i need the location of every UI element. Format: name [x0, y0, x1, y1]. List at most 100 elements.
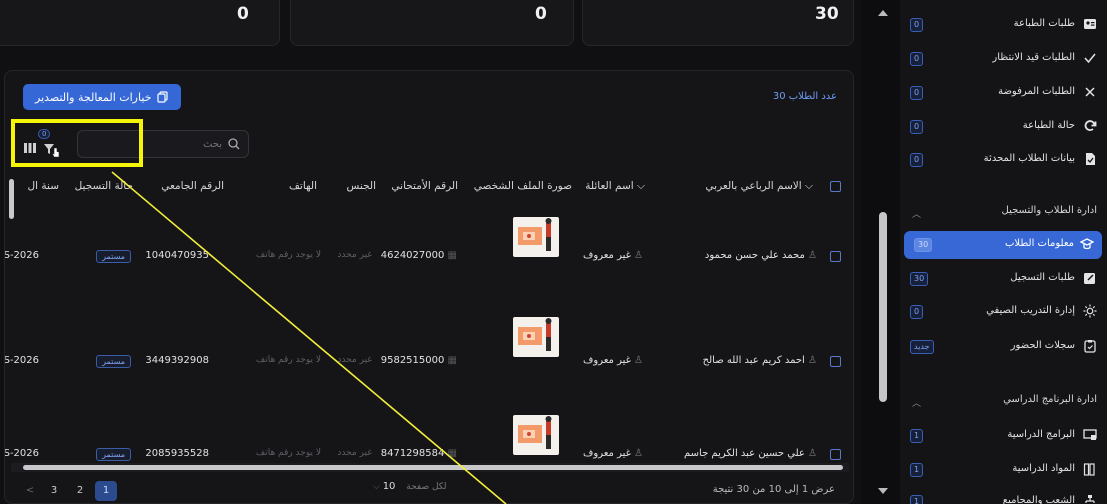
header-registration-status: حالة التسجيل: [74, 180, 133, 192]
books-icon: [1083, 463, 1095, 476]
student-icon: [1080, 238, 1094, 250]
sidebar-item-attendance[interactable]: جديد سجلات الحضور: [900, 333, 1107, 361]
app-root: 0 0 30 خيارات المعالجة والتصدير عدد الطل…: [0, 0, 1107, 504]
university-number: 1040470935: [145, 250, 209, 261]
copy-icon: [157, 91, 169, 103]
count-badge: 30: [914, 238, 933, 252]
university-number: 3449392908: [145, 355, 209, 366]
family-name: غير معروف ♙: [583, 448, 643, 459]
stats-row: 0 0 30: [0, 0, 862, 52]
sidebar-item-study-programs[interactable]: 1 البرامج الدراسية: [900, 422, 1107, 450]
sidebar-item-sections[interactable]: 1 الشعب والمجاميع: [900, 488, 1107, 504]
search-icon: [228, 138, 240, 150]
row-checkbox[interactable]: [830, 251, 841, 262]
sidebar-item-courses[interactable]: 1 المواد الدراسية: [900, 456, 1107, 484]
rows-per-page-select[interactable]: ⌵ 10 لكل صفحة: [373, 481, 447, 492]
page-button[interactable]: 3: [43, 481, 65, 501]
header-gender: الجنس: [346, 180, 376, 192]
family-name: غير معروف ♙: [583, 355, 643, 366]
count-badge: 0: [910, 86, 924, 100]
scroll-thumb[interactable]: [9, 179, 14, 219]
select-all-checkbox[interactable]: [830, 181, 841, 192]
sidebar-section-programs[interactable]: ︿ ادارة البرنامج الدراسي: [900, 388, 1107, 414]
gender-value: غير محدد: [337, 448, 372, 458]
phone-value: لا يوجد رقم هاتف: [255, 250, 321, 260]
x-icon: [1085, 87, 1095, 97]
count-badge: 0: [910, 52, 924, 66]
table-vertical-scrollbar[interactable]: [9, 179, 14, 459]
rows-per-page-label: لكل صفحة: [406, 482, 447, 492]
header-family[interactable]: اسم العائلة ⌵: [585, 180, 645, 193]
sidebar-item-label: إدارة التدريب الصيفي: [986, 305, 1075, 316]
scroll-thumb[interactable]: [879, 212, 887, 402]
status-badge: مستمر: [96, 355, 131, 368]
row-checkbox[interactable]: [830, 356, 841, 367]
id-card-icon: [1084, 19, 1096, 29]
stat-card: 0: [290, 0, 574, 46]
status-badge: مستمر: [96, 250, 131, 263]
annotation-highlight-box: [11, 119, 143, 167]
sidebar-item-print-requests[interactable]: 0 طلبات الطباعة: [900, 11, 1107, 39]
table-horizontal-scrollbar[interactable]: [11, 463, 849, 472]
sidebar: 0 طلبات الطباعة 0 الطلبات قيد الانتظار 0…: [900, 0, 1107, 504]
family-name: غير معروف ♙: [583, 250, 643, 261]
profile-photo: [513, 415, 559, 455]
sidebar-item-summer-training[interactable]: 0 إدارة التدريب الصيفي: [900, 298, 1107, 326]
prev-page-button[interactable]: <: [19, 481, 41, 501]
sidebar-item-print-status[interactable]: 0 حالة الطباعة: [900, 113, 1107, 141]
student-name: محمد علي حسن محمود ♙: [704, 250, 817, 261]
header-name[interactable]: الاسم الرباعي بالعربي ⌵: [705, 180, 813, 193]
scroll-up-arrow[interactable]: [878, 10, 888, 16]
sidebar-section-students[interactable]: ︿ ادارة الطلاب والتسجيل: [900, 199, 1107, 225]
section-label: ادارة البرنامج الدراسي: [1003, 394, 1097, 405]
page-button[interactable]: 2: [69, 481, 91, 501]
header-phone: الهاتف: [289, 180, 317, 192]
refresh-icon: [1084, 120, 1097, 131]
count-badge: 0: [910, 153, 924, 167]
table-row: احمد كريم عبد الله صالح ♙ غير معروف ♙ 95…: [5, 317, 853, 383]
export-label: خيارات المعالجة والتصدير: [35, 90, 152, 104]
edit-icon: [1084, 273, 1095, 284]
sidebar-item-student-info[interactable]: 30 معلومات الطلاب: [904, 231, 1102, 259]
students-panel: خيارات المعالجة والتصدير عدد الطلاب 30 0…: [4, 70, 854, 504]
student-count-label: عدد الطلاب 30: [772, 91, 837, 102]
sun-icon: [1083, 304, 1097, 318]
stat-card: 30: [582, 0, 854, 46]
chevron-up-icon: ︿: [912, 210, 922, 220]
count-badge: 1: [910, 429, 924, 443]
phone-value: لا يوجد رقم هاتف: [255, 355, 321, 365]
gender-value: غير محدد: [337, 250, 372, 260]
profile-photo: [513, 217, 559, 257]
header-exam-number: الرقم الأمتحاني: [391, 180, 458, 192]
export-options-button[interactable]: خيارات المعالجة والتصدير: [23, 84, 182, 110]
student-name: احمد كريم عبد الله صالح ♙: [702, 355, 817, 366]
clipboard-icon: [1084, 340, 1096, 353]
phone-value: لا يوجد رقم هاتف: [255, 448, 321, 458]
results-summary: عرض 1 إلى 10 من 30 نتيجة: [712, 484, 835, 495]
sidebar-item-label: طلبات الطباعة: [1013, 18, 1075, 29]
tree-icon: [1085, 495, 1095, 503]
scroll-thumb[interactable]: [23, 465, 843, 470]
sidebar-scrollbar[interactable]: [878, 10, 888, 494]
header-photo: صورة الملف الشخصي: [473, 180, 572, 192]
sidebar-item-label: بيانات الطلاب المحدثة: [983, 153, 1075, 164]
student-name: علي حسين عبد الكريم جاسم ♙: [683, 448, 817, 459]
count-badge: 1: [910, 463, 924, 477]
page-button-active[interactable]: 1: [95, 481, 117, 501]
file-icon: [1086, 153, 1095, 165]
stat-value: 30: [815, 4, 839, 24]
sidebar-item-label: الشعب والمجاميع: [1002, 495, 1075, 504]
table-row: محمد علي حسن محمود ♙ غير معروف ♙ 4624027…: [5, 215, 853, 275]
sidebar-item-rejected-requests[interactable]: 0 الطلبات المرفوضة: [900, 79, 1107, 107]
scroll-down-arrow[interactable]: [878, 488, 888, 494]
sidebar-item-pending-requests[interactable]: 0 الطلبات قيد الانتظار: [900, 45, 1107, 73]
exam-number: 9582515000 ▦: [380, 355, 457, 366]
sidebar-item-label: البرامج الدراسية: [1007, 429, 1075, 440]
sidebar-item-label: الطلبات قيد الانتظار: [992, 52, 1075, 63]
screen-icon: [1083, 429, 1097, 440]
sidebar-item-updated-student-data[interactable]: 0 بيانات الطلاب المحدثة: [900, 146, 1107, 174]
exam-number: 8471298584 ▦: [380, 448, 457, 459]
sidebar-item-registration-requests[interactable]: 30 طلبات التسجيل: [900, 265, 1107, 293]
row-checkbox[interactable]: [830, 449, 841, 460]
sidebar-item-label: معلومات الطلاب: [1004, 238, 1074, 249]
